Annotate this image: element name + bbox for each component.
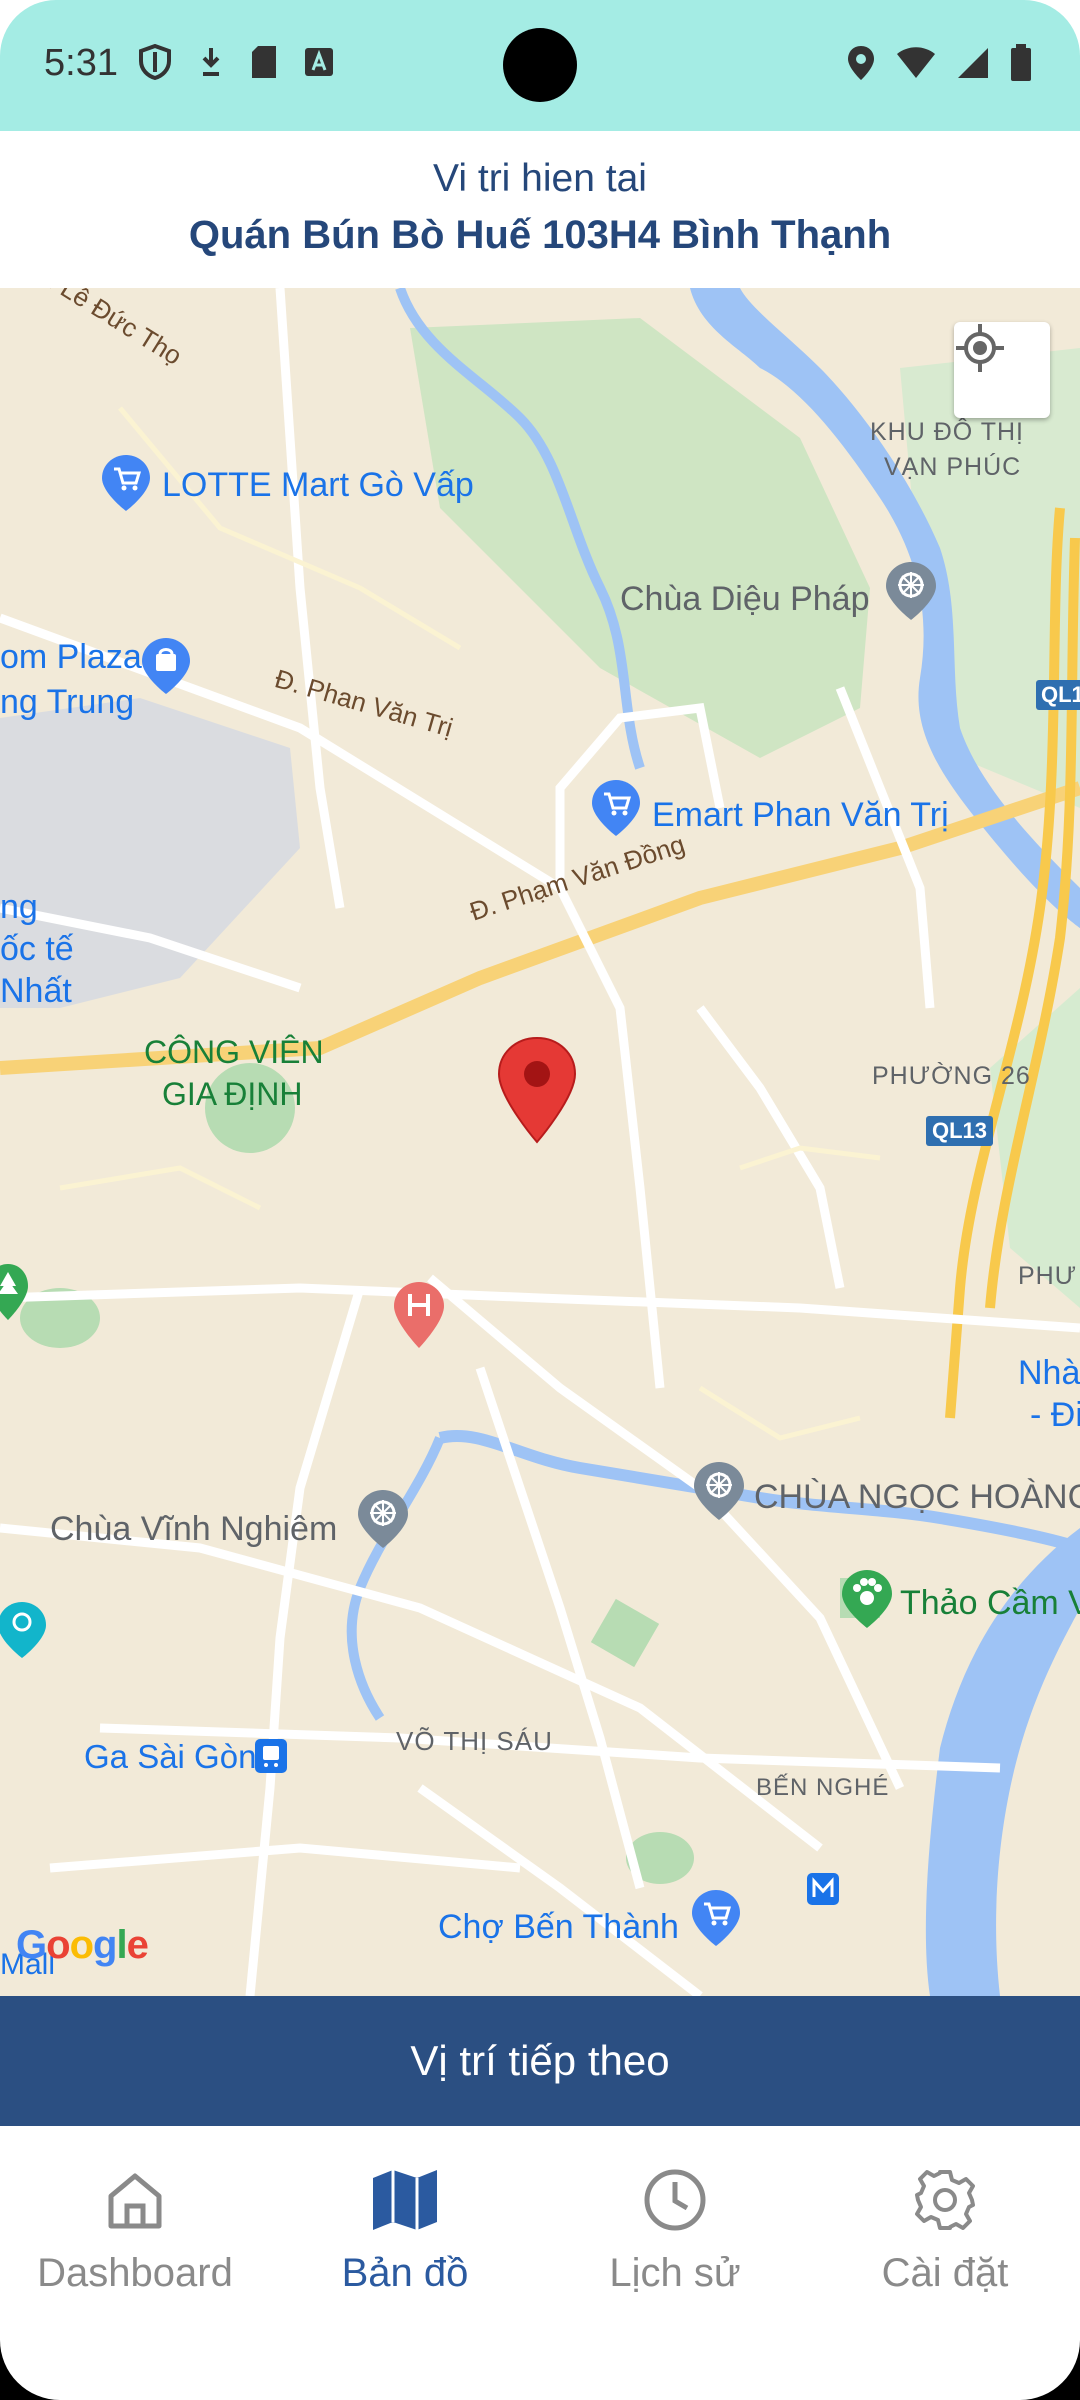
place-label-plaza-1[interactable]: om Plaza	[0, 638, 142, 677]
wifi-icon	[896, 46, 936, 85]
gear-icon	[913, 2168, 977, 2237]
place-label-airport-2: ốc tế	[0, 930, 74, 968]
place-label-plaza-2[interactable]: ng Trung	[0, 683, 134, 722]
location-header: Vi tri hien tai Quán Bún Bò Huế 103H4 Bì…	[0, 131, 1080, 288]
place-label-lotte[interactable]: LOTTE Mart Gò Vấp	[162, 466, 474, 505]
bottom-navigation: Dashboard Bản đồ Lịch sử Cài đặt	[0, 2126, 1080, 2334]
map-view[interactable]: Đ. Lê Đức Thọ Đ. Phan Văn Trị Đ. Phạm Vă…	[0, 288, 1080, 1996]
nav-label-map: Bản đồ	[341, 2251, 469, 2295]
sd-card-icon	[250, 44, 278, 85]
nav-label-settings: Cài đặt	[881, 2251, 1009, 2295]
area-label-khu-do-thi-2: VẠN PHÚC	[884, 453, 1022, 481]
place-label-airport-3: Nhất	[0, 972, 72, 1010]
nav-label-history: Lịch sử	[609, 2251, 741, 2295]
camera-cutout	[503, 28, 577, 102]
nav-item-history[interactable]: Lịch sử	[540, 2126, 810, 2334]
area-label-phuong-26: PHƯỜNG 26	[872, 1062, 1031, 1090]
status-time: 5:31	[44, 42, 118, 84]
highway-shield-ql13: QL13	[926, 1116, 994, 1146]
place-label-nha-ga-1[interactable]: Nhà Ga	[1018, 1354, 1080, 1393]
current-location-title: Quán Bún Bò Huế 103H4 Bình Thạnh	[188, 213, 892, 257]
signal-icon	[956, 46, 990, 85]
header-subtitle: Vi tri hien tai	[433, 157, 647, 200]
place-label-chua-vinh-nghiem[interactable]: Chùa Vĩnh Nghiêm	[50, 1510, 337, 1549]
area-label-khu-do-thi-1: KHU ĐÔ THỊ	[870, 418, 1024, 446]
clock-icon	[643, 2168, 707, 2237]
place-label-chua-ngoc-hoang[interactable]: CHÙA NGỌC HOÀNG	[754, 1478, 1080, 1517]
my-location-button[interactable]	[954, 322, 1050, 418]
next-location-button[interactable]: Vị trí tiếp theo	[0, 1996, 1080, 2126]
place-label-ga-sai-gon[interactable]: Ga Sài Gòn	[84, 1738, 256, 1776]
park-label-cong-vien-2[interactable]: GIA ĐỊNH	[162, 1076, 302, 1113]
home-icon	[103, 2168, 167, 2237]
home-indicator[interactable]	[397, 2363, 683, 2375]
battery-icon	[1010, 44, 1032, 87]
nav-item-map[interactable]: Bản đồ	[270, 2126, 540, 2334]
area-label-vo-thi-sau: VÕ THỊ SÁU	[396, 1726, 553, 1756]
keyboard-a-icon	[304, 44, 334, 85]
map-icon	[371, 2168, 439, 2237]
next-location-label: Vị trí tiếp theo	[410, 2037, 670, 2084]
highway-shield-ql1: QL1	[1036, 680, 1080, 710]
nav-item-settings[interactable]: Cài đặt	[810, 2126, 1080, 2334]
nav-label-dashboard: Dashboard	[37, 2251, 233, 2295]
place-label-nha-ga-2[interactable]: - Điệ	[1030, 1396, 1080, 1435]
nav-item-dashboard[interactable]: Dashboard	[0, 2126, 270, 2334]
location-icon	[846, 44, 876, 87]
place-label-cho-ben-thanh[interactable]: Chợ Bến Thành	[438, 1908, 679, 1947]
place-label-thao-cam[interactable]: Thảo Cầm V	[900, 1584, 1080, 1623]
download-icon	[198, 44, 224, 85]
park-label-cong-vien-1[interactable]: CÔNG VIÊN	[144, 1034, 324, 1071]
status-bar: 5:31	[0, 0, 1080, 131]
place-label-airport-1: ng	[0, 888, 38, 926]
place-label-chua-dieu-phap[interactable]: Chùa Diệu Pháp	[620, 580, 870, 619]
google-logo: Google	[16, 1923, 149, 1967]
area-label-ben-nghe: BẾN NGHÉ	[756, 1774, 890, 1801]
shield-icon	[138, 43, 172, 85]
area-label-phuo: PHƯ	[1018, 1262, 1078, 1290]
app-screen: 5:31 Vi tri hien tai Quán Bún Bò Huế 103…	[0, 0, 1080, 2400]
place-label-emart[interactable]: Emart Phan Văn Trị	[652, 796, 949, 835]
